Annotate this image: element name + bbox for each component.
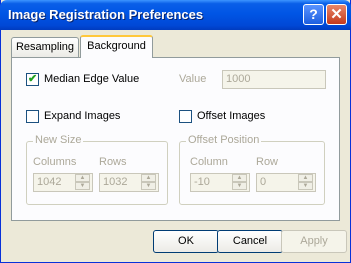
offset-position-title: Offset Position bbox=[186, 134, 262, 146]
column-label: Column bbox=[190, 156, 228, 168]
dialog-content: Resampling Background ✔ Median Edge Valu… bbox=[5, 30, 347, 258]
median-edge-checkbox[interactable]: ✔ bbox=[26, 73, 39, 86]
value-field[interactable]: 1000 bbox=[222, 70, 326, 89]
close-icon: ✕ bbox=[330, 6, 343, 23]
title-bar[interactable]: Image Registration Preferences ? ✕ bbox=[0, 0, 351, 30]
tab-background[interactable]: Background bbox=[80, 35, 153, 58]
help-button[interactable]: ? bbox=[303, 4, 324, 25]
rows-spinner[interactable]: ▲ ▼ bbox=[141, 174, 156, 191]
spin-down-icon[interactable]: ▼ bbox=[75, 182, 90, 190]
new-size-group: New Size Columns Rows 1042 ▲ ▼ 1032 ▲ ▼ bbox=[26, 134, 168, 205]
value-label: Value bbox=[179, 73, 207, 85]
spin-down-icon[interactable]: ▼ bbox=[232, 182, 247, 190]
spin-up-icon[interactable]: ▲ bbox=[141, 174, 156, 182]
tab-resampling[interactable]: Resampling bbox=[11, 37, 79, 57]
apply-button[interactable]: Apply bbox=[281, 230, 347, 253]
spin-up-icon[interactable]: ▲ bbox=[232, 174, 247, 182]
offset-position-group: Offset Position Column Row -10 ▲ ▼ 0 ▲ ▼ bbox=[179, 134, 325, 205]
columns-label: Columns bbox=[33, 156, 77, 168]
offset-images-label: Offset Images bbox=[197, 110, 266, 122]
ok-button[interactable]: OK bbox=[153, 230, 219, 253]
window-title: Image Registration Preferences bbox=[8, 7, 204, 22]
column-spinner[interactable]: ▲ ▼ bbox=[232, 174, 247, 191]
new-size-title: New Size bbox=[33, 134, 84, 146]
columns-spinner[interactable]: ▲ ▼ bbox=[75, 174, 90, 191]
spin-down-icon[interactable]: ▼ bbox=[141, 182, 156, 190]
spin-down-icon[interactable]: ▼ bbox=[298, 182, 313, 190]
help-icon: ? bbox=[309, 6, 318, 22]
background-panel: ✔ Median Edge Value Value 1000 Expand Im… bbox=[11, 57, 340, 221]
checkmark-icon: ✔ bbox=[28, 73, 38, 85]
offset-images-checkbox[interactable] bbox=[179, 110, 192, 123]
row-label: Row bbox=[256, 156, 279, 168]
expand-images-checkbox[interactable] bbox=[26, 110, 39, 123]
expand-images-label: Expand Images bbox=[44, 110, 121, 122]
rows-label: Rows bbox=[99, 156, 127, 168]
close-button[interactable]: ✕ bbox=[326, 4, 347, 25]
cancel-button[interactable]: Cancel bbox=[217, 230, 283, 253]
spin-up-icon[interactable]: ▲ bbox=[75, 174, 90, 182]
dialog-window: Image Registration Preferences ? ✕ Resam… bbox=[0, 0, 351, 263]
spin-up-icon[interactable]: ▲ bbox=[298, 174, 313, 182]
median-edge-label: Median Edge Value bbox=[44, 73, 140, 85]
row-spinner[interactable]: ▲ ▼ bbox=[298, 174, 313, 191]
